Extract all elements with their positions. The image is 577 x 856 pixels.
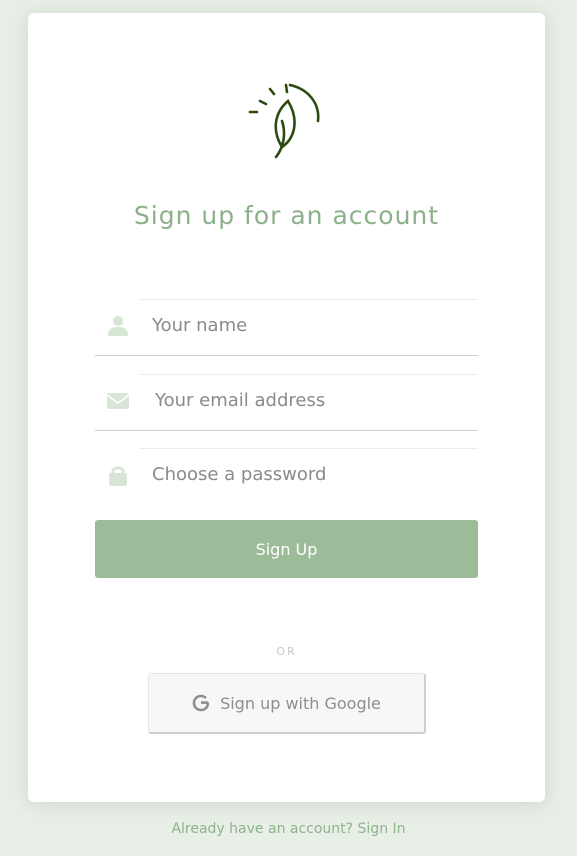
google-button-label: Sign up with Google bbox=[220, 693, 381, 713]
envelope-icon bbox=[107, 393, 129, 409]
email-field bbox=[95, 374, 478, 431]
footer: Already have an account? Sign In bbox=[0, 821, 577, 837]
field-top-border bbox=[140, 448, 478, 449]
sign-in-link[interactable]: Sign In bbox=[358, 821, 406, 837]
lock-icon bbox=[109, 466, 127, 486]
page-title: Sign up for an account bbox=[133, 201, 440, 230]
password-input[interactable] bbox=[152, 456, 462, 492]
footer-prompt: Already have an account? bbox=[171, 821, 354, 837]
field-underline bbox=[95, 355, 478, 356]
field-underline bbox=[95, 430, 478, 431]
google-sign-up-button[interactable]: Sign up with Google bbox=[148, 673, 426, 734]
google-icon bbox=[192, 694, 210, 712]
leaf-logo-icon bbox=[248, 83, 320, 159]
field-top-border bbox=[140, 299, 478, 300]
email-input[interactable] bbox=[155, 382, 465, 418]
sign-up-button[interactable]: Sign Up bbox=[95, 520, 478, 578]
user-icon bbox=[108, 316, 128, 336]
name-field bbox=[95, 299, 478, 356]
or-divider: OR bbox=[276, 645, 297, 658]
password-field bbox=[95, 448, 478, 505]
field-top-border bbox=[140, 374, 478, 375]
name-input[interactable] bbox=[152, 307, 462, 343]
signup-card: Sign up for an account Sign Up OR bbox=[28, 13, 545, 802]
